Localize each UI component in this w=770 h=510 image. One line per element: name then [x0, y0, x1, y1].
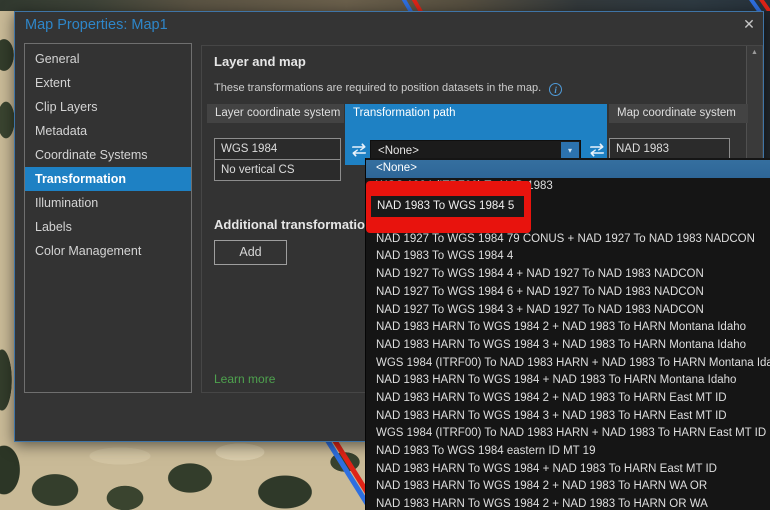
dropdown-item-nad-1927-to-wgs-1984-3-nad-1927-to-nad-1[interactable]: NAD 1927 To WGS 1984 3 + NAD 1927 To NAD…: [366, 302, 770, 320]
dropdown-item-nad-1983-harn-to-wgs-1984-nad-1983-to-ha[interactable]: NAD 1983 HARN To WGS 1984 + NAD 1983 To …: [366, 372, 770, 390]
sidebar-item-labels[interactable]: Labels: [25, 215, 191, 239]
sidebar-item-metadata[interactable]: Metadata: [25, 119, 191, 143]
dropdown-item-nad-1983-to-wgs-1984-eastern-id-mt-19[interactable]: NAD 1983 To WGS 1984 eastern ID MT 19: [366, 443, 770, 461]
annotation-red-box: NAD 1983 To WGS 1984 5: [366, 181, 531, 233]
sidebar: GeneralExtentClip LayersMetadataCoordina…: [24, 43, 192, 393]
learn-more-link[interactable]: Learn more: [214, 372, 275, 386]
dropdown-item-nad-1983-harn-to-wgs-1984-3-nad-1983-to-[interactable]: NAD 1983 HARN To WGS 1984 3 + NAD 1983 T…: [366, 408, 770, 426]
dropdown-item-nad-1983-harn-to-wgs-1984-2-nad-1983-to-[interactable]: NAD 1983 HARN To WGS 1984 2 + NAD 1983 T…: [366, 496, 770, 510]
column-header-map-cs[interactable]: Map coordinate system: [609, 104, 748, 123]
scroll-up-icon[interactable]: ▲: [747, 48, 762, 58]
column-header-layer-cs[interactable]: Layer coordinate system: [207, 104, 344, 123]
screen: Map Properties: Map1 ✕ GeneralExtentClip…: [0, 0, 770, 510]
swap-arrows-icon[interactable]: [349, 142, 369, 158]
section-title: Layer and map: [214, 54, 306, 69]
layer-cs-value: WGS 1984: [214, 138, 341, 160]
dropdown-item-nad-1983-harn-to-wgs-1984-3-nad-1983-to-[interactable]: NAD 1983 HARN To WGS 1984 3 + NAD 1983 T…: [366, 337, 770, 355]
close-icon[interactable]: ✕: [739, 14, 759, 34]
sidebar-item-clip-layers[interactable]: Clip Layers: [25, 95, 191, 119]
sidebar-item-transformation[interactable]: Transformation: [25, 167, 191, 191]
dropdown-item-nad-1927-to-wgs-1984-6-nad-1927-to-nad-1[interactable]: NAD 1927 To WGS 1984 6 + NAD 1927 To NAD…: [366, 284, 770, 302]
sidebar-item-coordinate-systems[interactable]: Coordinate Systems: [25, 143, 191, 167]
dropdown-item-nad-1983-harn-to-wgs-1984-nad-1983-to-ha[interactable]: NAD 1983 HARN To WGS 1984 + NAD 1983 To …: [366, 461, 770, 479]
swap-arrows-icon[interactable]: [587, 142, 607, 158]
sidebar-item-illumination[interactable]: Illumination: [25, 191, 191, 215]
dropdown-item-nad-1983-harn-to-wgs-1984-2-nad-1983-to-[interactable]: NAD 1983 HARN To WGS 1984 2 + NAD 1983 T…: [366, 478, 770, 496]
layer-vertical-cs-value: No vertical CS: [214, 159, 341, 181]
map-imagery-top-strip: [0, 0, 770, 11]
sidebar-item-general[interactable]: General: [25, 47, 191, 71]
dropdown-item-wgs-1984-itrf00-to-nad-1983-harn-nad-198[interactable]: WGS 1984 (ITRF00) To NAD 1983 HARN + NAD…: [366, 425, 770, 443]
dropdown-item-nad-1983-harn-to-wgs-1984-2-nad-1983-to-[interactable]: NAD 1983 HARN To WGS 1984 2 + NAD 1983 T…: [366, 390, 770, 408]
map-cs-value: NAD 1983: [609, 138, 730, 160]
dropdown-item-wgs-1984-itrf00-to-nad-1983-harn-nad-198[interactable]: WGS 1984 (ITRF00) To NAD 1983 HARN + NAD…: [366, 355, 770, 373]
dropdown-item-nad-1983-to-wgs-1984-4[interactable]: NAD 1983 To WGS 1984 4: [366, 248, 770, 266]
dropdown-item-nad-1983-harn-to-wgs-1984-2-nad-1983-to-[interactable]: NAD 1983 HARN To WGS 1984 2 + NAD 1983 T…: [366, 319, 770, 337]
add-button[interactable]: Add: [214, 240, 287, 265]
dialog-title: Map Properties: Map1: [25, 17, 168, 33]
info-icon[interactable]: i: [549, 83, 562, 96]
dropdown-item-nad-1927-to-wgs-1984-4-nad-1927-to-nad-1[interactable]: NAD 1927 To WGS 1984 4 + NAD 1927 To NAD…: [366, 266, 770, 284]
combobox-value: <None>: [378, 145, 419, 157]
sidebar-item-extent[interactable]: Extent: [25, 71, 191, 95]
annotation-highlighted-item: NAD 1983 To WGS 1984 5: [371, 196, 524, 217]
dropdown-item-nad-1927-to-wgs-1984-79-conus-nad-1927-t[interactable]: NAD 1927 To WGS 1984 79 CONUS + NAD 1927…: [366, 231, 770, 249]
section-description: These transformations are required to po…: [214, 82, 562, 96]
sidebar-item-color-management[interactable]: Color Management: [25, 239, 191, 263]
dropdown-item-none[interactable]: <None>: [366, 160, 770, 178]
column-header-transformation-path[interactable]: Transformation path: [353, 104, 455, 123]
additional-transformations-title: Additional transformations: [214, 217, 380, 232]
description-text: These transformations are required to po…: [214, 82, 541, 94]
